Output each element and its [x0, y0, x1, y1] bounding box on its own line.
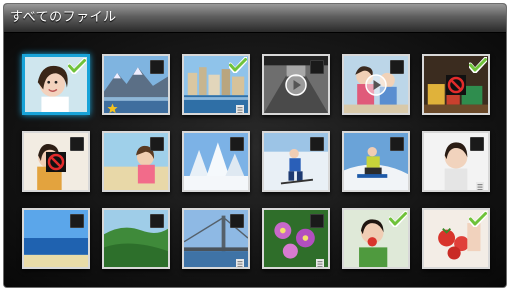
thumbnail-tile[interactable] [102, 131, 170, 192]
thumbnail-tile[interactable] [22, 54, 90, 115]
thumbnail-tile[interactable] [182, 131, 250, 192]
thumbnail-tile[interactable] [262, 131, 330, 192]
play-icon [365, 73, 387, 96]
page-title: すべてのファイル [10, 10, 117, 25]
no-entry-icon [446, 74, 466, 95]
thumbnail-tile[interactable] [262, 208, 330, 269]
checkbox[interactable] [390, 137, 404, 151]
protect-icon [236, 100, 244, 113]
checkbox[interactable] [310, 214, 324, 228]
thumbnail-tile[interactable] [182, 54, 250, 115]
checkbox[interactable] [150, 214, 164, 228]
thumbnail-tile[interactable] [102, 208, 170, 269]
title-bar: すべてのファイル [4, 4, 506, 33]
thumbnail-tile[interactable] [22, 131, 90, 192]
file-browser-window: すべてのファイル [4, 4, 506, 287]
protect-icon [476, 177, 484, 190]
thumbnail-tile[interactable] [422, 54, 490, 115]
checked-checkbox-icon[interactable] [66, 57, 87, 75]
thumbnail-tile[interactable] [342, 131, 410, 192]
thumbnail-tile[interactable] [342, 54, 410, 115]
checkbox[interactable] [150, 60, 164, 74]
checkbox[interactable] [310, 137, 324, 151]
checkbox[interactable] [70, 137, 84, 151]
no-entry-icon [46, 151, 66, 172]
protect-icon [316, 254, 324, 267]
checked-checkbox-icon[interactable] [467, 56, 488, 74]
checkbox[interactable] [310, 60, 324, 74]
thumbnail-area [4, 33, 506, 287]
checkbox[interactable] [70, 214, 84, 228]
checkbox[interactable] [390, 60, 404, 74]
thumbnail-tile[interactable] [342, 208, 410, 269]
protect-icon [236, 254, 244, 267]
checked-checkbox-icon[interactable] [227, 56, 248, 74]
checkbox[interactable] [150, 137, 164, 151]
thumbnail-tile[interactable] [422, 208, 490, 269]
thumbnail-tile[interactable] [102, 54, 170, 115]
thumbnail-tile[interactable] [262, 54, 330, 115]
checked-checkbox-icon[interactable] [467, 210, 488, 228]
thumbnail-tile[interactable] [182, 208, 250, 269]
thumbnail-tile[interactable] [422, 131, 490, 192]
checkbox[interactable] [230, 214, 244, 228]
thumbnail-grid [22, 54, 490, 269]
play-icon [285, 73, 307, 96]
star-icon [107, 99, 118, 113]
checked-checkbox-icon[interactable] [387, 210, 408, 228]
checkbox[interactable] [230, 137, 244, 151]
thumbnail-tile[interactable] [22, 208, 90, 269]
checkbox[interactable] [470, 137, 484, 151]
